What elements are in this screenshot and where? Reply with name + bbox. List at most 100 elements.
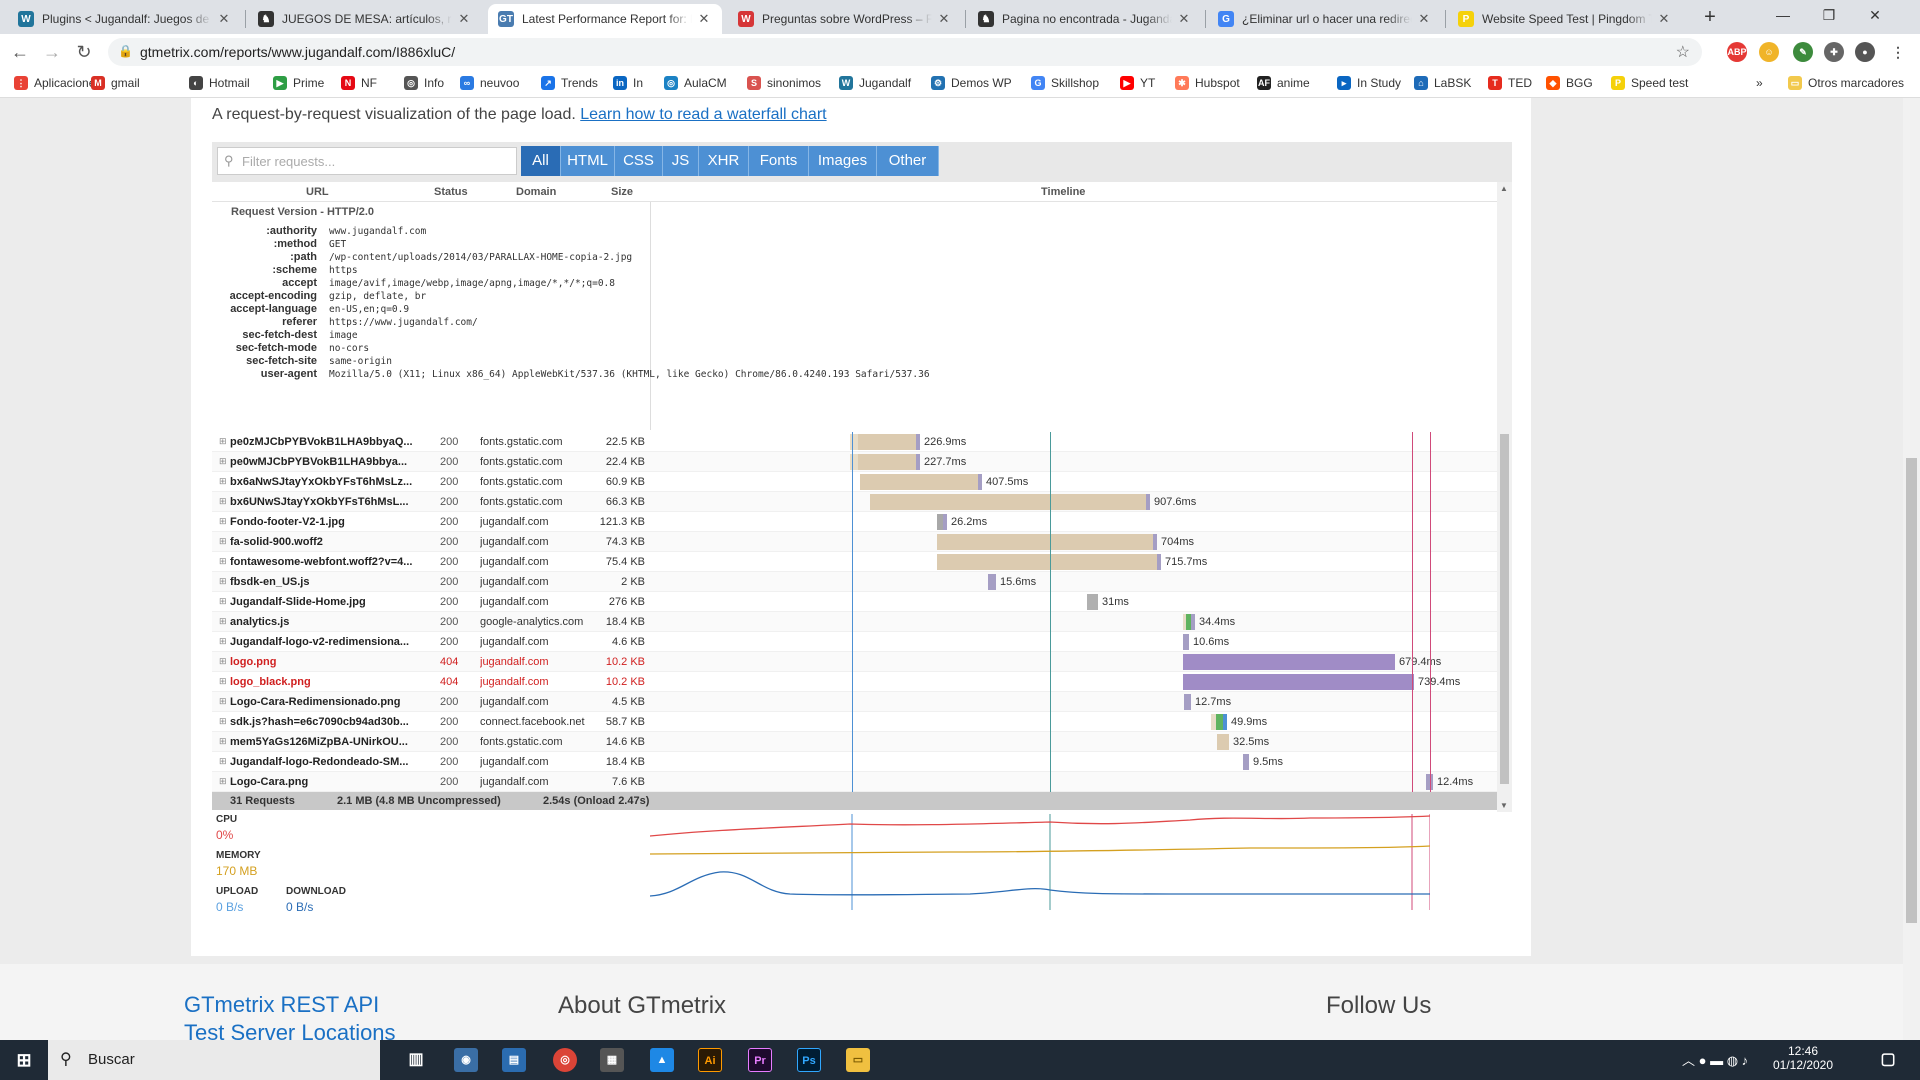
file-explorer-icon[interactable]: ▭ [846,1048,870,1072]
new-tab-button[interactable]: + [1696,6,1724,30]
close-tab-icon[interactable]: ✕ [936,11,952,27]
bookmark-item[interactable]: ◎ AulaCM [664,76,727,90]
other-bookmarks-folder[interactable]: ▭ Otros marcadores [1788,76,1904,90]
clock[interactable]: 12:46 01/12/2020 [1770,1044,1836,1072]
timing-bar[interactable] [870,494,1146,510]
expand-icon[interactable]: ⊞ [219,736,227,747]
bookmark-item[interactable]: ▶ Prime [273,76,324,90]
bookmark-item[interactable]: ▶ YT [1120,76,1155,90]
bookmark-item[interactable]: AF anime [1257,76,1310,90]
expand-icon[interactable]: ⊞ [219,616,227,627]
puzzle-icon[interactable]: ✚ [1824,42,1844,62]
timing-bar[interactable] [858,434,916,450]
expand-icon[interactable]: ⊞ [219,496,227,507]
browser-tab[interactable]: W Plugins < Jugandalf: Juegos de m ✕ [8,4,242,34]
extension-icon[interactable]: ✎ [1793,42,1813,62]
request-row[interactable]: ⊞ Jugandalf-Slide-Home.jpg 200 jugandalf.co… [212,592,1497,612]
expand-icon[interactable]: ⊞ [219,456,227,467]
request-row[interactable]: ⊞ Jugandalf-logo-Redondeado-SM... 200 jugan… [212,752,1497,772]
close-tab-icon[interactable]: ✕ [1656,11,1672,27]
request-row[interactable]: ⊞ analytics.js 200 google-analytics.com 18.4… [212,612,1497,632]
bookmark-star-icon[interactable]: ☆ [1676,42,1690,62]
expand-icon[interactable]: ⊞ [219,696,227,707]
expand-icon[interactable]: ⊞ [219,776,227,787]
emoji-extension-icon[interactable]: ☺ [1759,42,1779,62]
footer-locations-link[interactable]: Test Server Locations [184,1020,396,1040]
request-row[interactable]: ⊞ sdk.js?hash=e6c7090cb94ad30b... 200 conne… [212,712,1497,732]
browser-tab[interactable]: G ¿Eliminar url o hacer una redirec ✕ [1208,4,1442,34]
bookmark-item[interactable]: T TED [1488,76,1532,90]
bookmark-item[interactable]: ◎ Info [404,76,444,90]
request-row[interactable]: ⊞ Logo-Cara-Redimensionado.png 200 jugandal… [212,692,1497,712]
filter-css-button[interactable]: CSS [615,146,663,176]
request-row[interactable]: ⊞ logo.png 404 jugandalf.com 10.2 KB 679.4ms [212,652,1497,672]
timing-bar[interactable] [860,474,978,490]
bookmark-item[interactable]: ↗ Trends [541,76,598,90]
filter-fonts-button[interactable]: Fonts [749,146,809,176]
bookmark-item[interactable]: Ssinonimos [747,76,821,90]
reload-icon[interactable]: ↻ [72,41,96,63]
app-icon[interactable]: ◉ [454,1048,478,1072]
expand-icon[interactable]: ⊞ [219,556,227,567]
timing-bar[interactable] [1216,714,1223,730]
status-column-header[interactable]: Status [434,186,468,198]
more-bookmarks-button[interactable]: » [1756,76,1763,90]
bookmark-item[interactable]: ∞ neuvoo [460,76,519,90]
request-row[interactable]: ⊞ bx6UNwSJtayYxOkbYFsT6hMsL... 200 fonts.gs… [212,492,1497,512]
app-icon[interactable]: ▲ [650,1048,674,1072]
browser-tab[interactable]: ♞ JUEGOS DE MESA: artículos, rese ✕ [248,4,482,34]
windows-start-icon[interactable]: ⊞ [12,1048,36,1072]
expand-icon[interactable]: ⊞ [219,716,227,727]
avatar[interactable]: ● [1855,42,1875,62]
premiere-icon[interactable]: Pr [748,1048,772,1072]
bookmark-item[interactable]: ◆ BGG [1546,76,1593,90]
request-row[interactable]: ⊞ fbsdk-en_US.js 200 jugandalf.com 2 KB 15.6m… [212,572,1497,592]
bookmark-item[interactable]: ▸ In Study [1337,76,1401,90]
close-tab-icon[interactable]: ✕ [1176,11,1192,27]
browser-tab[interactable]: ♞ Pagina no encontrada - Juganda ✕ [968,4,1202,34]
filter-js-button[interactable]: JS [663,146,699,176]
page-scrollbar[interactable] [1903,98,1920,1040]
minimize-button[interactable]: — [1760,0,1806,30]
expand-icon[interactable]: ⊞ [219,536,227,547]
expand-icon[interactable]: ⊞ [219,636,227,647]
timing-bar[interactable] [937,534,1153,550]
illustrator-icon[interactable]: Ai [698,1048,722,1072]
bookmark-item[interactable]: ⌂ LaBSK [1414,76,1471,90]
expand-icon[interactable]: ⊞ [219,596,227,607]
browser-tab[interactable]: P Website Speed Test | Pingdom To ✕ [1448,4,1682,34]
filter-requests-input[interactable]: ⚲ Filter requests... [217,147,517,175]
bookmark-item[interactable]: G Skillshop [1031,76,1099,90]
expand-icon[interactable]: ⊞ [219,476,227,487]
request-row[interactable]: ⊞ fa-solid-900.woff2 200 jugandalf.com 74.3 … [212,532,1497,552]
request-row[interactable]: ⊞ mem5YaGs126MiZpBA-UNirkOU... 200 fonts.gs… [212,732,1497,752]
request-row[interactable]: ⊞ fontawesome-webfont.woff2?v=4... 200 juga… [212,552,1497,572]
request-row[interactable]: ⊞ pe0zMJCbPYBVokB1LHA9bbyaQ... 200 fonts.gs… [212,432,1497,452]
expand-icon[interactable]: ⊞ [219,676,227,687]
bookmark-item[interactable]: N NF [341,76,377,90]
filter-other-button[interactable]: Other [877,146,939,176]
request-row[interactable]: ⊞ logo_black.png 404 jugandalf.com 10.2 KB 73… [212,672,1497,692]
address-bar[interactable]: 🔒 gtmetrix.com/reports/www.jugandalf.com… [108,38,1702,66]
filter-all-button[interactable]: All [521,146,561,176]
timing-bar[interactable] [1183,674,1410,690]
task-view-icon[interactable]: ▥ [404,1048,428,1072]
adblock-icon[interactable]: ABP [1727,42,1747,62]
taskbar-search[interactable]: ⚲ Buscar [48,1040,380,1080]
bookmark-item[interactable]: ⚙ Demos WP [931,76,1012,90]
filter-html-button[interactable]: HTML [561,146,615,176]
timing-bar[interactable] [858,454,916,470]
timing-bar[interactable] [1183,654,1391,670]
domain-column-header[interactable]: Domain [516,186,556,198]
filter-xhr-button[interactable]: XHR [699,146,749,176]
bookmark-item[interactable]: Mgmail [91,76,140,90]
browser-tab[interactable]: GT Latest Performance Report for: h ✕ [488,4,722,34]
browser-tab[interactable]: W Preguntas sobre WordPress – For ✕ [728,4,962,34]
footer-api-link[interactable]: GTmetrix REST API [184,992,379,1018]
timing-bar[interactable] [1217,734,1225,750]
expand-icon[interactable]: ⊞ [219,436,227,447]
request-row[interactable]: ⊞ Jugandalf-logo-v2-redimensiona... 200 jug… [212,632,1497,652]
request-row[interactable]: ⊞ pe0wMJCbPYBVokB1LHA9bbya... 200 fonts.gst… [212,452,1497,472]
waterfall-help-link[interactable]: Learn how to read a waterfall chart [580,106,826,123]
photoshop-icon[interactable]: Ps [797,1048,821,1072]
